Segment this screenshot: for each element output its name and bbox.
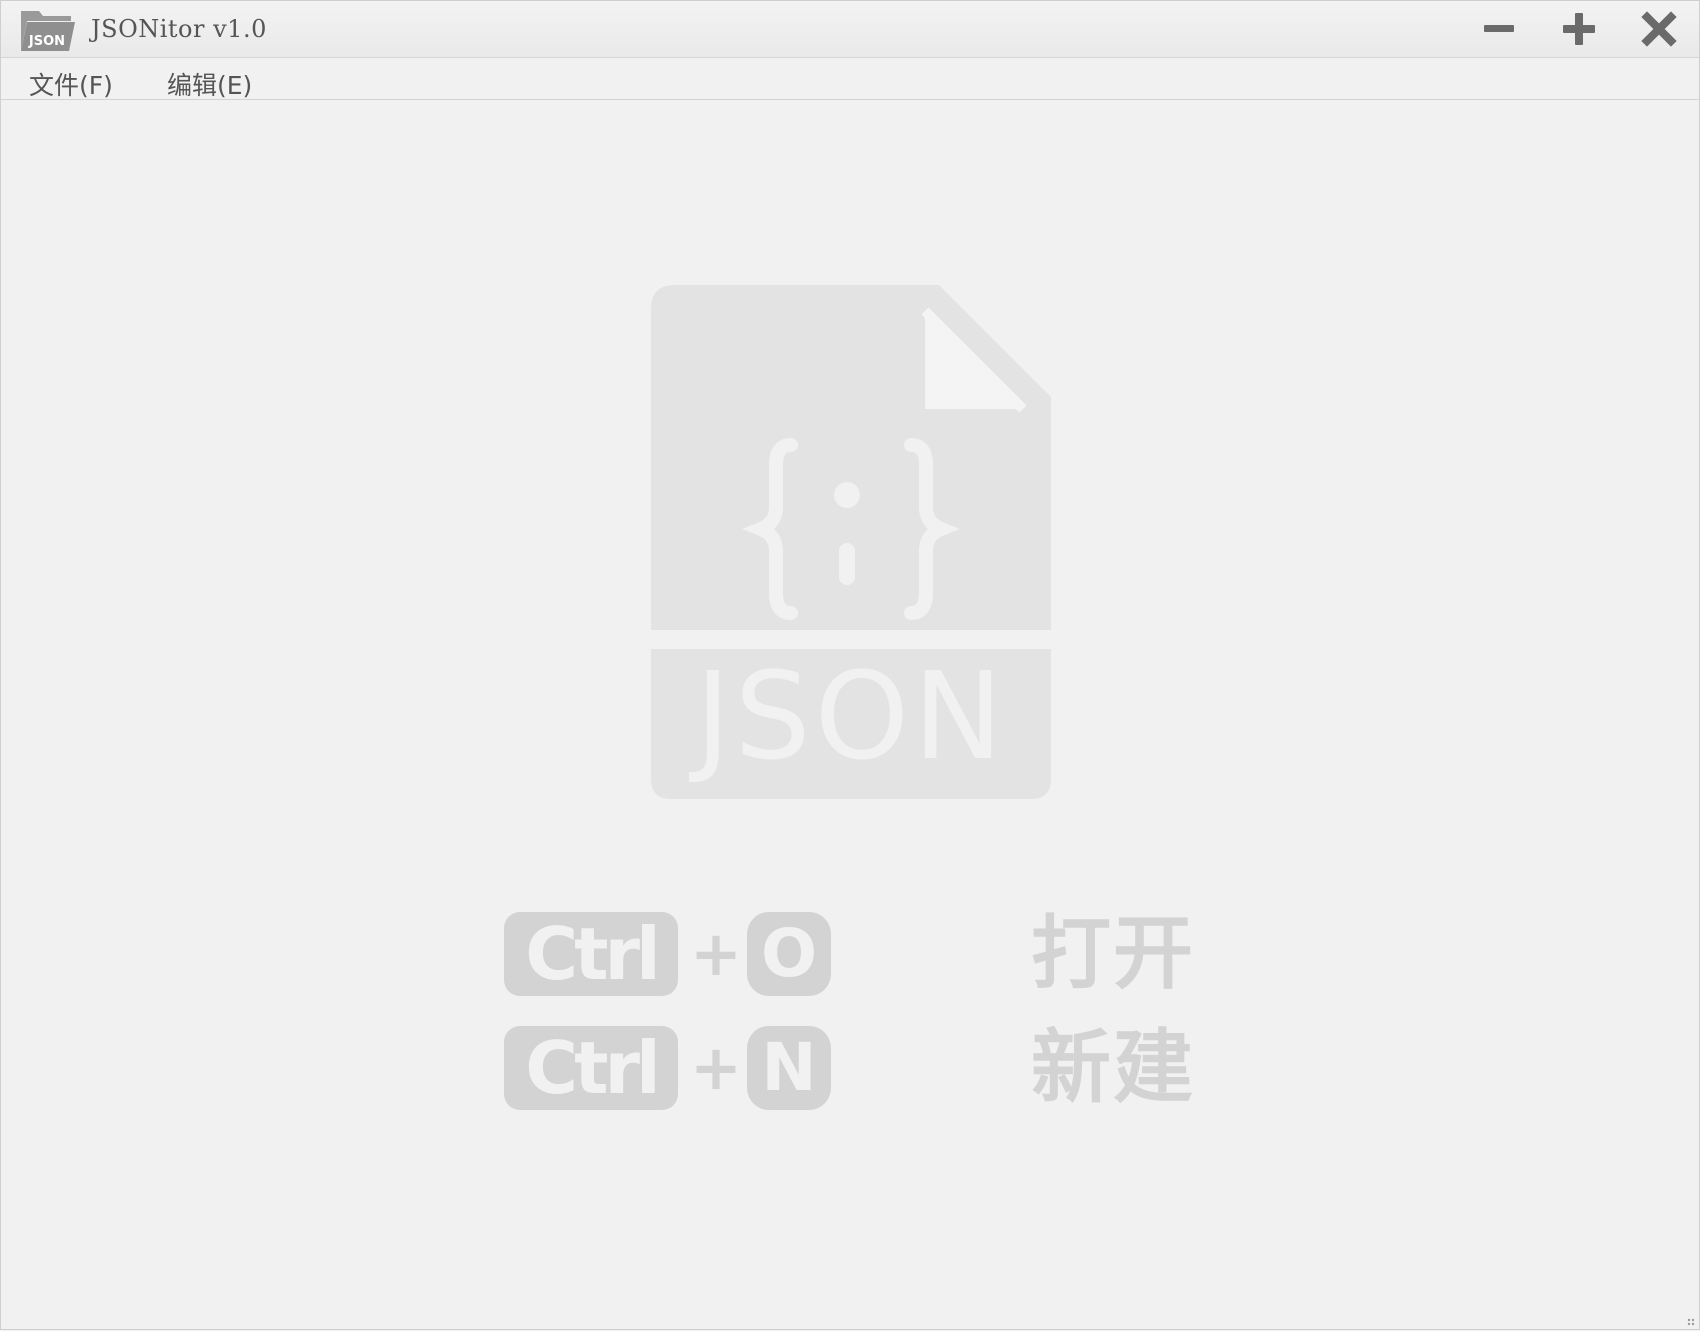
plus-sign: +	[690, 917, 742, 990]
n-key-badge: N	[747, 1026, 831, 1110]
json-file-icon: JSON	[651, 285, 1051, 799]
minimize-button[interactable]	[1477, 9, 1521, 49]
ctrl-key-badge: Ctrl	[504, 1026, 678, 1110]
plus-icon	[1563, 13, 1595, 45]
open-action-label: 打开	[1031, 907, 1195, 1000]
plus-sign: +	[690, 1031, 742, 1104]
o-key-label: O	[760, 915, 818, 992]
close-button[interactable]	[1637, 9, 1681, 49]
minus-icon	[1484, 25, 1514, 32]
title-bar[interactable]: JSON JSONitor v1.0	[1, 1, 1699, 58]
resize-grip[interactable]	[1683, 1313, 1695, 1326]
ctrl-key-label: Ctrl	[525, 912, 660, 996]
ctrl-key-badge: Ctrl	[504, 912, 678, 996]
app-icon-text: JSON	[28, 34, 65, 49]
json-doc-label: JSON	[695, 648, 1007, 787]
folder-json-icon: JSON	[19, 7, 77, 53]
n-key-label: N	[761, 1029, 817, 1106]
app-window: JSON JSONitor v1.0 文件(F) 编辑(E) JSON Ctrl…	[0, 0, 1700, 1330]
menu-bar: 文件(F) 编辑(E)	[1, 58, 1699, 100]
close-icon	[1641, 11, 1677, 47]
menu-file[interactable]: 文件(F)	[25, 64, 117, 104]
main-content-area[interactable]: JSON Ctrl + O 打开 Ctrl + N 新建	[1, 100, 1699, 1329]
menu-edit[interactable]: 编辑(E)	[163, 64, 256, 104]
shortcut-open-row: Ctrl + O 打开	[504, 912, 1204, 996]
new-action-label: 新建	[1031, 1021, 1195, 1114]
maximize-button[interactable]	[1557, 9, 1601, 49]
shortcut-new-row: Ctrl + N 新建	[504, 1026, 1204, 1110]
o-key-badge: O	[747, 912, 831, 996]
ctrl-key-label: Ctrl	[525, 1026, 660, 1110]
window-title: JSONitor v1.0	[91, 15, 267, 43]
